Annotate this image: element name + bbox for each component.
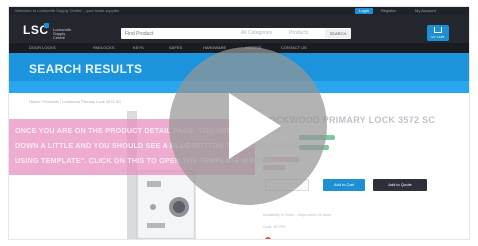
cart-label: MY CART bbox=[431, 35, 445, 39]
site-header: LSC Locksmith Supply Centre All Categori… bbox=[9, 15, 469, 43]
register-link[interactable]: Register bbox=[381, 8, 396, 13]
search-category-select[interactable]: All Categories bbox=[241, 30, 272, 36]
status-dot-icon bbox=[265, 237, 271, 239]
top-bar-text: Welcome to Locksmith Supply Centre – you… bbox=[15, 8, 120, 13]
top-bar: Welcome to Locksmith Supply Centre – you… bbox=[9, 7, 469, 15]
cart-icon bbox=[434, 27, 442, 33]
search-bar: All Categories Products SEARCH bbox=[121, 28, 351, 39]
product-code-text: Code: 3572SC bbox=[263, 225, 286, 229]
play-button[interactable] bbox=[169, 47, 327, 205]
add-to-cart-button[interactable]: Add to Cart bbox=[323, 179, 365, 191]
add-to-quote-button[interactable]: Add to Quote bbox=[373, 179, 427, 191]
nav-item-hardware[interactable]: HARDWARE bbox=[203, 45, 226, 50]
availability-text: Availability: In Stock – Ships within 24… bbox=[263, 213, 332, 217]
account-link[interactable]: My Account bbox=[415, 8, 436, 13]
page-title: SEARCH RESULTS bbox=[29, 62, 143, 76]
login-badge[interactable]: Login bbox=[355, 8, 373, 14]
video-thumbnail[interactable]: Welcome to Locksmith Supply Centre – you… bbox=[8, 6, 470, 240]
nav-item-door-locks[interactable]: DOOR LOCKS bbox=[29, 45, 56, 50]
nav-item-padlocks[interactable]: PADLOCKS bbox=[93, 45, 115, 50]
nav-item-contact[interactable]: CONTACT US bbox=[281, 45, 307, 50]
search-button[interactable]: SEARCH bbox=[325, 29, 351, 38]
nav-item-safes[interactable]: SAFES bbox=[169, 45, 182, 50]
logo-mark-icon bbox=[44, 23, 49, 28]
logo-subtitle: Locksmith Supply Centre bbox=[53, 27, 72, 40]
play-icon bbox=[229, 93, 281, 159]
search-products-select[interactable]: Products bbox=[289, 30, 309, 36]
cart-button[interactable]: MY CART bbox=[427, 25, 449, 41]
breadcrumb[interactable]: Home / Products / Lockwood Primary Lock … bbox=[29, 99, 121, 104]
nav-item-keys[interactable]: KEYS bbox=[133, 45, 144, 50]
search-input[interactable] bbox=[125, 30, 225, 37]
